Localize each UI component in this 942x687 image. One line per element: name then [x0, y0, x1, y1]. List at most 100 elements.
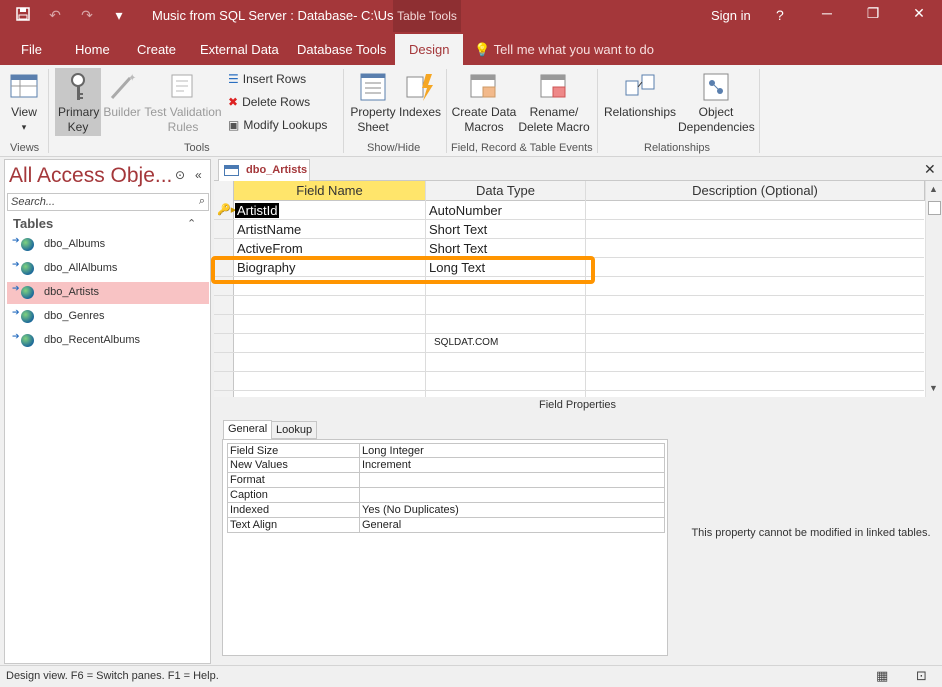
tab-external-data[interactable]: External Data: [200, 42, 279, 57]
property-value[interactable]: Increment: [362, 459, 411, 471]
field-properties-pane: Field Properties General Lookup Field Si…: [214, 397, 942, 664]
scroll-thumb[interactable]: [928, 201, 941, 215]
property-row-caption[interactable]: Caption: [227, 488, 665, 503]
nav-item-dbo-artists[interactable]: ➔ dbo_Artists: [7, 282, 209, 304]
tab-home[interactable]: Home: [75, 42, 110, 57]
delete-rows-label: Delete Rows: [242, 95, 311, 109]
close-button[interactable]: ✕: [909, 5, 929, 22]
ribbon: View ▾ Primary Key ✦ Builder Test Valida…: [0, 65, 942, 157]
property-sheet-button[interactable]: Property Sheet: [348, 71, 398, 135]
primary-key-button[interactable]: Primary Key: [55, 71, 101, 135]
data-type-cell[interactable]: Short Text: [429, 222, 487, 237]
tab-database-tools[interactable]: Database Tools: [297, 42, 386, 57]
field-name-text: ArtistId: [235, 203, 280, 218]
create-data-macros-label: Create Data Macros: [451, 105, 517, 134]
field-name-cell[interactable]: ArtistId: [235, 203, 280, 218]
field-name-cell[interactable]: ArtistName: [237, 222, 301, 237]
document-tab-bar: dbo_Artists: [214, 159, 942, 181]
nav-pane-title[interactable]: All Access Obje...: [9, 164, 172, 188]
scroll-down-icon[interactable]: ▼: [929, 383, 938, 393]
data-type-cell[interactable]: AutoNumber: [429, 203, 502, 218]
search-placeholder: Search...: [11, 196, 56, 208]
property-value[interactable]: General: [362, 519, 401, 531]
group-label-relationships: Relationships: [644, 142, 711, 154]
collapse-chevron-icon[interactable]: ⌃: [187, 217, 196, 230]
builder-button[interactable]: ✦ Builder: [102, 71, 142, 120]
tab-file[interactable]: File: [21, 42, 42, 57]
test-validation-rules-button[interactable]: Test Validation Rules: [144, 71, 222, 135]
create-data-macros-button[interactable]: Create Data Macros: [450, 71, 518, 135]
search-icon[interactable]: ⌕: [199, 195, 205, 208]
table-row[interactable]: [214, 372, 924, 391]
field-properties-label: Field Properties: [539, 399, 617, 411]
table-row[interactable]: ArtistName Short Text: [214, 220, 924, 239]
property-row-field-size[interactable]: Field Size Long Integer: [227, 443, 665, 458]
modify-lookups-button[interactable]: ▣ Modify Lookups: [228, 118, 327, 132]
column-header-data-type[interactable]: Data Type: [426, 181, 586, 201]
tab-general[interactable]: General: [223, 420, 273, 440]
delete-rows-icon: ✖: [228, 95, 239, 109]
nav-search-input[interactable]: Search... ⌕: [7, 193, 209, 211]
column-header-field-name[interactable]: Field Name: [234, 181, 426, 201]
nav-pane-menu-icon[interactable]: ⊙: [175, 168, 185, 182]
view-button[interactable]: View ▾: [6, 71, 42, 135]
table-row[interactable]: 🔑▸ ArtistId AutoNumber: [214, 201, 924, 220]
close-document-icon[interactable]: ✕: [924, 161, 936, 178]
property-row-indexed[interactable]: Indexed Yes (No Duplicates): [227, 503, 665, 518]
property-row-new-values[interactable]: New Values Increment: [227, 458, 665, 473]
tab-create[interactable]: Create: [137, 42, 176, 57]
linked-arrow-icon: ➔: [12, 283, 20, 293]
tab-design[interactable]: Design: [395, 34, 464, 65]
help-icon[interactable]: ?: [776, 7, 784, 23]
vertical-scrollbar[interactable]: ▲ ▼: [925, 181, 942, 397]
property-value[interactable]: Yes (No Duplicates): [362, 504, 459, 516]
datasheet-view-icon[interactable]: ▦: [876, 668, 888, 684]
globe-icon: [21, 310, 34, 323]
table-row[interactable]: [214, 296, 924, 315]
nav-item-dbo-albums[interactable]: ➔ dbo_Albums: [7, 234, 209, 256]
ribbon-separator: [759, 69, 760, 153]
customize-qat-icon[interactable]: ▾: [110, 7, 128, 24]
table-row[interactable]: [214, 353, 924, 372]
primary-key-label: Primary Key: [58, 105, 100, 134]
scroll-up-icon[interactable]: ▲: [929, 184, 938, 194]
insert-rows-button[interactable]: ☰ Insert Rows: [228, 72, 306, 86]
field-name-cell[interactable]: ActiveFrom: [237, 241, 303, 256]
restore-button[interactable]: ❐: [863, 5, 883, 22]
key-icon: 🔑▸: [217, 204, 237, 216]
data-type-cell[interactable]: Short Text: [429, 241, 487, 256]
rename-delete-macro-button[interactable]: Rename/ Delete Macro: [517, 71, 591, 135]
property-value[interactable]: Long Integer: [362, 445, 424, 457]
highlight-box: [211, 256, 595, 284]
save-icon[interactable]: [14, 7, 32, 24]
shutter-bar-close-icon[interactable]: «: [195, 168, 202, 182]
property-row-text-align[interactable]: Text Align General: [227, 518, 665, 533]
delete-rows-button[interactable]: ✖ Delete Rows: [228, 95, 310, 109]
object-dependencies-label: Object Dependencies: [678, 105, 755, 134]
minimize-button[interactable]: ─: [817, 5, 837, 21]
grid-divider: [359, 458, 360, 472]
table-row[interactable]: [214, 334, 924, 353]
view-icon: [8, 71, 40, 103]
object-dependencies-button[interactable]: Object Dependencies: [678, 71, 755, 135]
redo-icon[interactable]: ↷: [78, 7, 96, 24]
indexes-button[interactable]: Indexes: [399, 71, 441, 120]
document-tab-dbo-artists[interactable]: dbo_Artists: [218, 159, 310, 181]
table-row[interactable]: [214, 315, 924, 334]
design-view-icon[interactable]: ⊡: [916, 668, 927, 684]
group-label-show-hide: Show/Hide: [367, 142, 421, 154]
tab-lookup[interactable]: Lookup: [271, 421, 318, 439]
nav-item-label: dbo_Genres: [44, 310, 105, 322]
tell-me-search[interactable]: 💡 Tell me what you want to do: [474, 42, 654, 58]
wand-icon: ✦: [106, 71, 138, 103]
nav-item-dbo-genres[interactable]: ➔ dbo_Genres: [7, 306, 209, 328]
column-header-description[interactable]: Description (Optional): [586, 181, 925, 201]
context-tab-label: Table Tools: [393, 0, 461, 32]
undo-icon[interactable]: ↶: [46, 7, 64, 24]
nav-item-dbo-allalbums[interactable]: ➔ dbo_AllAlbums: [7, 258, 209, 280]
relationships-button[interactable]: Relationships: [602, 71, 678, 120]
sign-in-link[interactable]: Sign in: [711, 8, 751, 23]
nav-item-dbo-recentalbums[interactable]: ➔ dbo_RecentAlbums: [7, 330, 209, 352]
property-row-format[interactable]: Format: [227, 473, 665, 488]
nav-category-tables[interactable]: Tables: [13, 216, 53, 231]
